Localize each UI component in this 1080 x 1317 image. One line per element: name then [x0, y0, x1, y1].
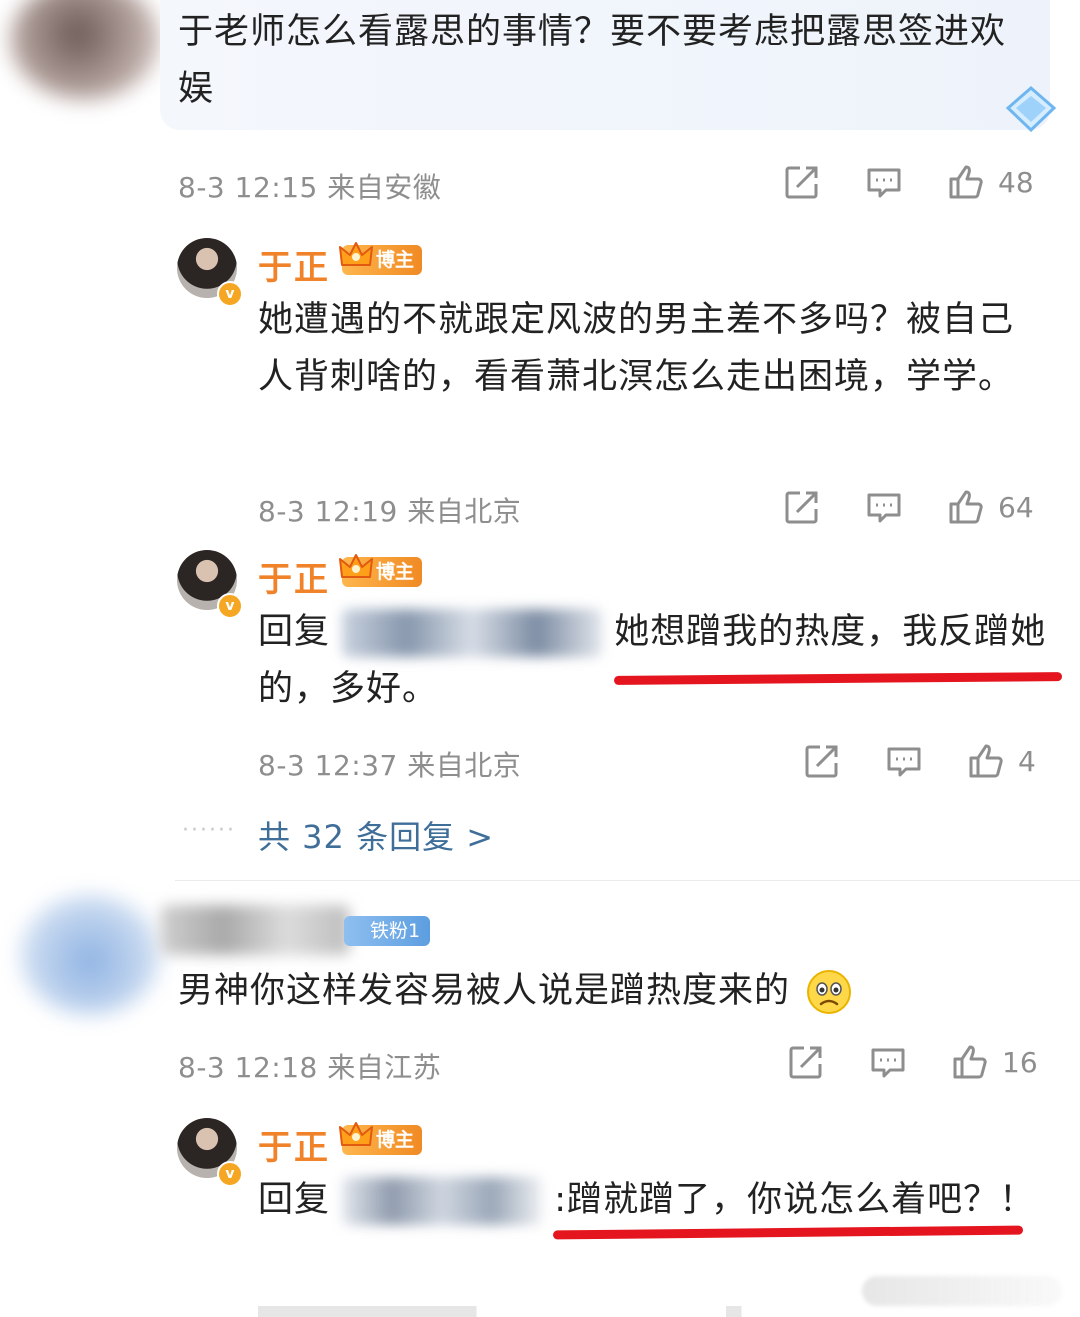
reply-meta: 8-3 12:19 来自北京 [258, 495, 522, 528]
reply-actions: 64 [782, 487, 1034, 527]
redacted-username [160, 905, 350, 955]
reply-prefix: 回复 [258, 612, 331, 652]
like-count: 64 [998, 490, 1034, 524]
reply-author-name[interactable]: 于正 [258, 1120, 330, 1169]
blogger-badge: 博主 [339, 1122, 423, 1155]
view-all-replies-link[interactable]: 共 32 条回复 > [258, 812, 494, 858]
reply-actions: 4 [802, 741, 1036, 781]
like-count: 48 [998, 165, 1034, 199]
badge-label: 博主 [376, 1129, 415, 1151]
verified-icon: v [217, 281, 243, 307]
blogger-badge: 博主 [339, 242, 423, 275]
like-button[interactable]: 48 [946, 162, 1034, 202]
comment-icon[interactable] [884, 741, 924, 781]
crown-icon [339, 554, 373, 578]
reply-text: :蹭就蹭了，你说怎么着吧？！ [554, 1180, 1036, 1220]
crown-icon [339, 242, 373, 266]
reply-meta: 8-3 12:37 来自北京 [258, 749, 522, 782]
commenter-avatar[interactable] [20, 895, 160, 1015]
share-icon[interactable] [782, 487, 822, 527]
comment-actions: 16 [786, 1042, 1038, 1082]
sad-emoji-icon [807, 970, 852, 1014]
like-button[interactable]: 4 [966, 741, 1036, 781]
reply-text-block: 回复 :蹭就蹭了，你说怎么着吧？！ [258, 1172, 1058, 1229]
like-icon [949, 165, 983, 199]
thread-dots: ······ [182, 818, 236, 843]
reply-text: 她遭遇的不就跟定风波的男主差不多吗？被自己人背刺啥的，看看萧北溟怎么走出困境，学… [258, 300, 1015, 397]
blogger-badge: 博主 [339, 554, 423, 587]
comment-meta: 8-3 12:18 来自江苏 [178, 1051, 442, 1084]
like-icon [969, 744, 1003, 778]
verified-icon: v [217, 593, 243, 619]
watermark [862, 1276, 1062, 1306]
comment-icon[interactable] [864, 487, 904, 527]
comment-icon[interactable] [868, 1042, 908, 1082]
reply-text-block: 回复 她想蹭我的热度，我反蹭她的，多好。 [258, 604, 1058, 718]
comment-meta: 8-3 12:15 来自安徽 [178, 171, 442, 204]
redacted-username [342, 1177, 543, 1225]
verified-icon: v [217, 1161, 243, 1187]
like-icon [949, 490, 983, 524]
crown-icon [339, 1122, 373, 1146]
like-button[interactable]: 64 [946, 487, 1034, 527]
like-button[interactable]: 16 [950, 1042, 1038, 1082]
comment-text: 男神你这样发容易被人说是蹭热度来的 [178, 971, 791, 1011]
divider [175, 880, 1080, 881]
comment-actions: 48 [782, 162, 1034, 202]
reply-author-name[interactable]: 于正 [258, 240, 330, 289]
badge-label: 博主 [376, 249, 415, 271]
share-icon[interactable] [786, 1042, 826, 1082]
next-meta-cutoff [258, 1306, 1038, 1317]
reply-author-name[interactable]: 于正 [258, 552, 330, 601]
like-count: 16 [1002, 1045, 1038, 1079]
comment-icon[interactable] [864, 162, 904, 202]
share-icon[interactable] [782, 162, 822, 202]
fan-badge-label: 铁粉1 [370, 920, 421, 942]
like-icon [953, 1045, 987, 1079]
commenter-avatar[interactable] [10, 0, 160, 100]
comment-thread: 于老师怎么看露思的事情？要不要考虑把露思签进欢娱 8-3 12:15 来自安徽 … [0, 0, 1080, 1317]
reply-prefix: 回复 [258, 1180, 331, 1220]
share-icon[interactable] [802, 741, 842, 781]
like-count: 4 [1018, 744, 1036, 778]
comment-text: 于老师怎么看露思的事情？要不要考虑把露思签进欢娱 [178, 12, 1007, 109]
redacted-username [342, 609, 603, 657]
comment-text-block: 男神你这样发容易被人说是蹭热度来的 [178, 963, 1048, 1020]
fan-badge: 铁粉1 [344, 916, 431, 946]
badge-label: 博主 [376, 561, 415, 583]
